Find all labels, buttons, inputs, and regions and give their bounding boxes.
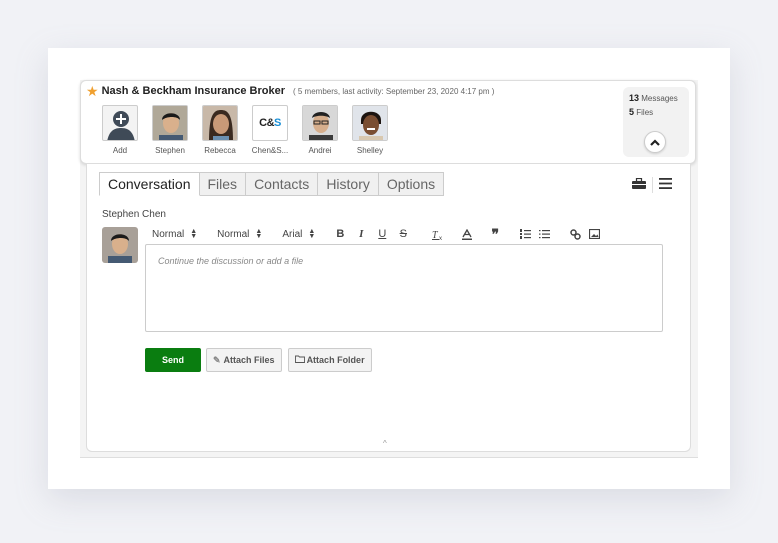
tab-bar: Conversation Files Contacts History Opti… bbox=[99, 172, 445, 196]
current-user-avatar bbox=[102, 227, 138, 263]
chevron-up-icon bbox=[650, 138, 660, 146]
divider bbox=[652, 177, 653, 193]
link-icon[interactable] bbox=[570, 228, 582, 240]
send-button[interactable]: Send bbox=[145, 348, 201, 372]
briefcase-icon[interactable] bbox=[632, 176, 646, 194]
tab-conversation[interactable]: Conversation bbox=[99, 172, 200, 196]
collapse-header-button[interactable] bbox=[644, 131, 666, 153]
attach-folder-button[interactable]: Attach Folder bbox=[287, 348, 372, 372]
svg-text:T: T bbox=[432, 230, 439, 240]
bullet-list-icon[interactable] bbox=[539, 229, 551, 239]
avatar[interactable] bbox=[202, 105, 238, 141]
underline-button[interactable]: U bbox=[377, 228, 387, 240]
group-title: Nash & Beckham Insurance Broker bbox=[101, 85, 285, 97]
member-rebecca[interactable]: Rebecca bbox=[195, 105, 245, 155]
avatar[interactable] bbox=[302, 105, 338, 141]
editor-toolbar: Normal ▲ ▼ Normal ▲ ▼ Arial ▲ ▼ B I U S Tx ❞ bbox=[152, 226, 611, 243]
menu-icon[interactable] bbox=[659, 176, 672, 194]
sort-icon: ▲ ▼ bbox=[190, 228, 198, 240]
text-color-icon[interactable] bbox=[462, 228, 473, 240]
member-andrei[interactable]: Andrei bbox=[295, 105, 345, 155]
ordered-list-icon[interactable] bbox=[520, 229, 532, 239]
tab-history[interactable]: History bbox=[318, 172, 379, 196]
message-input[interactable]: Continue the discussion or add a file bbox=[145, 244, 663, 332]
member-shelley[interactable]: Shelley bbox=[345, 105, 395, 155]
blockquote-icon[interactable]: ❞ bbox=[490, 226, 500, 243]
member-add[interactable]: Add bbox=[95, 105, 145, 155]
group-stats: 13 Messages 5 Files bbox=[623, 87, 689, 157]
author-name: Stephen Chen bbox=[102, 209, 166, 220]
font-select[interactable]: Arial ▲ ▼ bbox=[282, 228, 316, 240]
messages-stat: 13 Messages bbox=[629, 93, 678, 103]
italic-button[interactable]: I bbox=[356, 228, 366, 240]
paperclip-icon: ✎ bbox=[213, 354, 221, 365]
avatar[interactable] bbox=[352, 105, 388, 141]
image-icon[interactable] bbox=[589, 229, 601, 239]
member-stephen[interactable]: Stephen bbox=[145, 105, 195, 155]
svg-text:x: x bbox=[439, 236, 442, 240]
main-content: Conversation Files Contacts History Opti… bbox=[86, 164, 691, 452]
message-placeholder: Continue the discussion or add a file bbox=[158, 256, 304, 266]
company-logo: C&S bbox=[259, 117, 281, 129]
group-header: ★ Nash & Beckham Insurance Broker ( 5 me… bbox=[80, 80, 696, 164]
sort-icon: ▲ ▼ bbox=[255, 228, 263, 240]
heading-select[interactable]: Normal ▲ ▼ bbox=[152, 228, 198, 240]
sort-icon: ▲ ▼ bbox=[308, 228, 316, 240]
composer-actions: Send ✎ Attach Files Attach Folder bbox=[145, 348, 378, 372]
attach-files-button[interactable]: ✎ Attach Files bbox=[206, 348, 282, 372]
tab-contacts[interactable]: Contacts bbox=[246, 172, 319, 196]
star-icon[interactable]: ★ bbox=[86, 84, 99, 98]
member-list: Add Stephen Rebecca C&S Chen&S... Andrei… bbox=[95, 105, 395, 155]
folder-icon bbox=[294, 355, 305, 365]
tab-files[interactable]: Files bbox=[199, 172, 247, 196]
size-select[interactable]: Normal ▲ ▼ bbox=[217, 228, 263, 240]
clear-format-icon[interactable]: Tx bbox=[432, 229, 444, 240]
bold-button[interactable]: B bbox=[335, 228, 345, 240]
avatar[interactable]: C&S bbox=[252, 105, 288, 141]
avatar[interactable] bbox=[152, 105, 188, 141]
add-member-icon[interactable] bbox=[102, 105, 138, 141]
member-chen-s[interactable]: C&S Chen&S... bbox=[245, 105, 295, 155]
tab-options[interactable]: Options bbox=[378, 172, 445, 196]
strikethrough-button[interactable]: S bbox=[398, 228, 408, 240]
group-meta: ( 5 members, last activity: September 23… bbox=[292, 86, 495, 96]
files-stat: 5 Files bbox=[629, 107, 654, 117]
expand-handle-icon[interactable]: ^ bbox=[383, 439, 387, 448]
